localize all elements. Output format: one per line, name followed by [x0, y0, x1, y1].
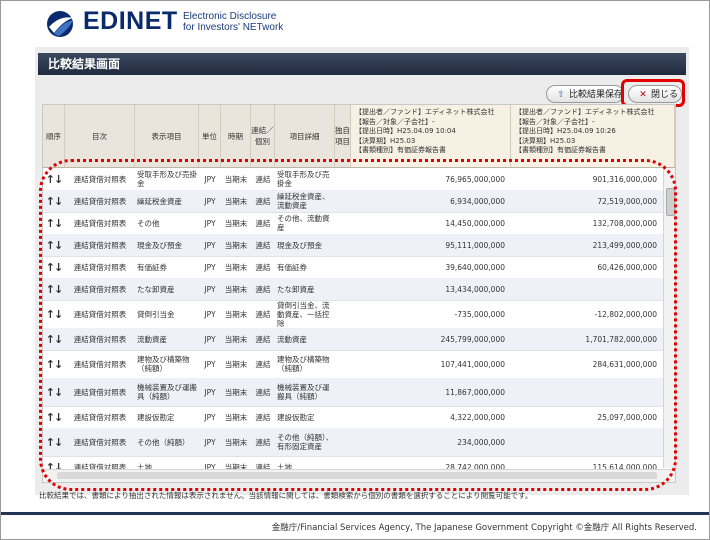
- company-1-line2: 【報告／対象／子会社】-: [355, 117, 435, 126]
- header-standalone-item: 独自項目: [335, 105, 351, 167]
- header-item-detail: 項目詳細: [275, 105, 335, 167]
- company-2-line5: 【書類種別】有価証券報告書: [515, 146, 606, 154]
- header-toc: 目次: [65, 105, 135, 167]
- header-consolidated: 連結／個別: [251, 105, 275, 167]
- edinet-logo-icon: [47, 11, 73, 37]
- logo-subtitle: Electronic Disclosure for Investors' NET…: [183, 11, 283, 33]
- table-highlight-outline: [39, 159, 677, 491]
- close-button-highlight: [621, 79, 685, 107]
- logo-text: EDINET: [83, 7, 178, 35]
- comparison-note: 比較結果では、書類により抽出された情報は表示されません。当該情報に関しては、書類…: [39, 491, 533, 500]
- company-2-line2: 【報告／対象／子会社】-: [515, 117, 595, 126]
- header-company-2: 【提出者／ファンド】エディネット株式会社 【報告／対象／子会社】- 【提出日時】…: [511, 105, 675, 167]
- header-period: 時期: [221, 105, 251, 167]
- footer-divider: [1, 512, 709, 515]
- logo-subtitle-line1: Electronic Disclosure: [183, 11, 277, 22]
- site-header: EDINET Electronic Disclosure for Investo…: [1, 1, 709, 45]
- header-company-1: 【提出者／ファンド】エディネット株式会社 【報告／対象／子会社】- 【提出日時】…: [351, 105, 511, 167]
- company-2-line1: 【提出者／ファンド】エディネット株式会社: [515, 108, 655, 116]
- company-1-line4: 【決算期】H25.03: [355, 136, 416, 145]
- save-comparison-label: 比較結果保存: [569, 90, 624, 100]
- company-2-line3: 【提出日時】H25.04.09 10:26: [515, 127, 616, 135]
- header-unit: 単位: [199, 105, 221, 167]
- company-1-line3: 【提出日時】H25.04.09 10:04: [355, 127, 456, 135]
- page-title: 比較結果画面: [38, 53, 686, 75]
- save-comparison-button[interactable]: ⇧ 比較結果保存: [546, 85, 624, 103]
- page-frame: EDINET Electronic Disclosure for Investo…: [0, 0, 710, 540]
- company-1-line5: 【書類種別】有価証券報告書: [355, 146, 446, 154]
- header-order: 順序: [43, 105, 65, 167]
- upload-icon: ⇧: [557, 90, 565, 100]
- logo-subtitle-line2: for Investors' NETwork: [183, 22, 284, 33]
- copyright-footer: 金融庁/Financial Services Agency, The Japan…: [271, 523, 697, 533]
- company-2-line4: 【決算期】H25.03: [515, 136, 576, 145]
- company-1-line1: 【提出者／ファンド】エディネット株式会社: [355, 108, 495, 116]
- header-display-item: 表示項目: [135, 105, 199, 167]
